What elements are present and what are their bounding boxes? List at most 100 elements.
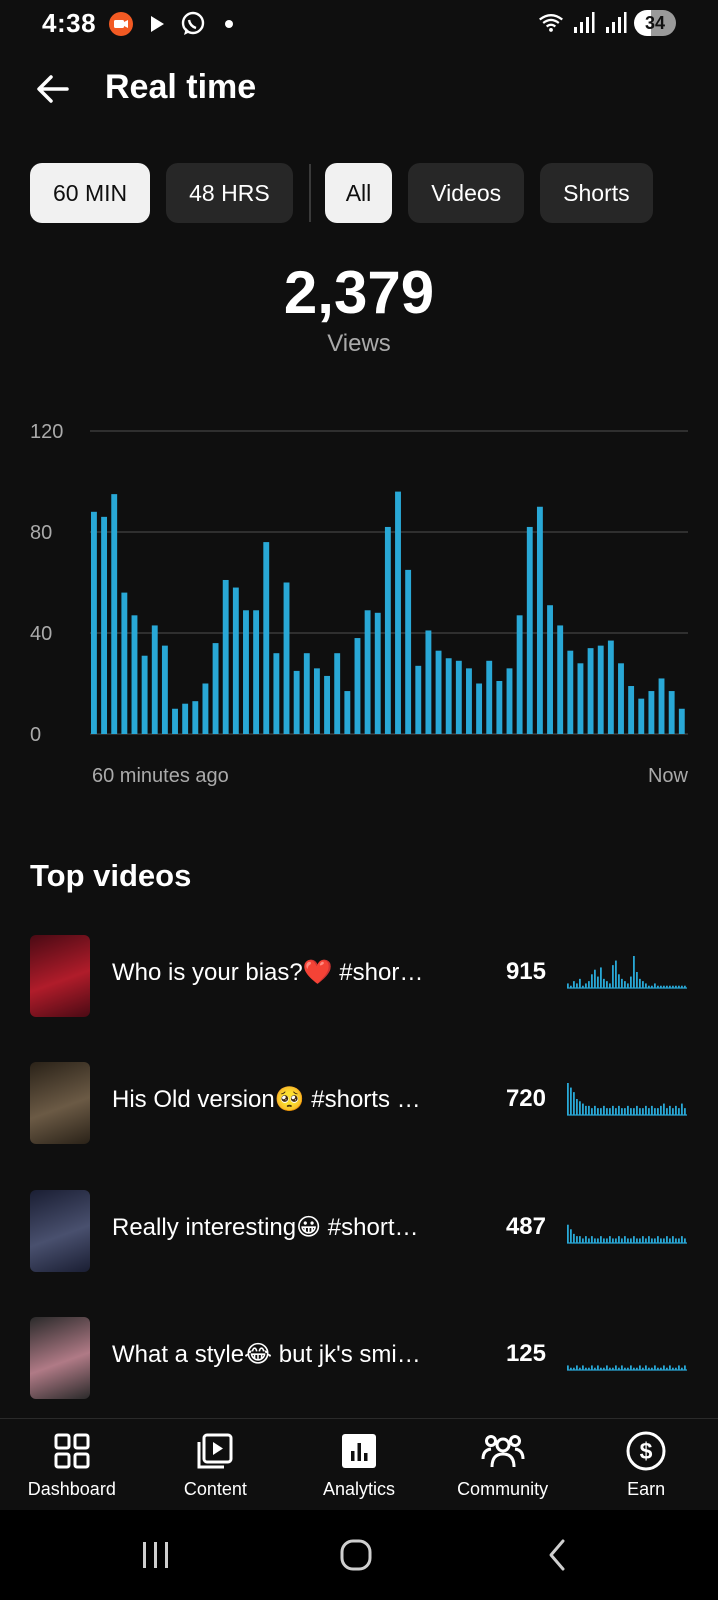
sparkline-bar [684, 1238, 686, 1243]
sparkline-bar [660, 1238, 662, 1243]
video-title: Who is your bias?❤️ #shor… [112, 959, 424, 986]
sparkline-bar [645, 1365, 647, 1370]
sparkline-bar [642, 1367, 644, 1370]
sparkline-bar [582, 1365, 584, 1370]
svg-text:$: $ [640, 1438, 653, 1464]
chip-divider [308, 164, 311, 222]
views-label: Views [327, 330, 391, 357]
chart-bar [506, 668, 513, 734]
sparkline-bar [600, 1367, 602, 1370]
signal-icon [570, 10, 596, 36]
sparkline-bar [606, 1365, 608, 1370]
chart-bar [344, 691, 351, 734]
video-row[interactable]: Really interesting😀 #short… 487 [0, 1175, 718, 1285]
video-row[interactable]: Who is your bias?❤️ #shor… 915 [0, 920, 718, 1030]
sparkline-bar [630, 1365, 632, 1370]
dashboard-icon [50, 1429, 94, 1473]
chart-bar [415, 665, 422, 734]
sparkline-bar [618, 1367, 620, 1370]
chart-bar [151, 625, 158, 734]
chart-bar [232, 587, 239, 734]
chip-all[interactable]: All [324, 163, 393, 223]
chart-bar [557, 625, 564, 734]
video-row[interactable]: What a style😂 but jk's smi… 125 [0, 1302, 718, 1412]
sparkline-bar [663, 1365, 665, 1370]
chart-bar [466, 668, 472, 734]
sparkline-bar [588, 1238, 590, 1243]
nav-analytics[interactable]: Analytics [287, 1419, 431, 1510]
chart-bar [121, 592, 128, 734]
recents-button[interactable] [125, 1530, 185, 1580]
sparkline-bar [573, 1233, 575, 1243]
chip-shorts[interactable]: Shorts [540, 163, 653, 223]
video-row[interactable]: His Old version🥺 #shorts … 720 [0, 1047, 718, 1157]
system-nav-bar [0, 1510, 718, 1600]
sparkline-bar [603, 978, 605, 988]
video-thumbnail [30, 1317, 90, 1399]
sparkline-bar [576, 1099, 578, 1115]
chip-videos[interactable]: Videos [408, 163, 525, 223]
video-sparkline [567, 1365, 687, 1371]
sparkline-bar [585, 1105, 587, 1115]
sparkline-bar [675, 985, 677, 988]
sparkline-bar [633, 1108, 635, 1115]
sparkline-bar [570, 985, 572, 988]
chip-60-min[interactable]: 60 MIN [30, 163, 151, 223]
nav-community[interactable]: Community [431, 1419, 575, 1510]
sparkline-bar [633, 956, 635, 988]
sparkline-bar [648, 1236, 650, 1243]
sparkline-bar [606, 981, 608, 988]
nav-earn[interactable]: $ Earn [574, 1419, 718, 1510]
sparkline-bar [579, 1367, 581, 1370]
content-icon [193, 1429, 237, 1473]
sparkline-bar [672, 1108, 674, 1115]
sparkline-bar [666, 985, 668, 988]
system-back-button[interactable] [527, 1530, 587, 1580]
sparkline-bar [591, 974, 593, 988]
home-button[interactable] [326, 1530, 386, 1580]
sparkline-bar [597, 1238, 599, 1243]
sparkline-bar [639, 1365, 641, 1370]
nav-dashboard[interactable]: Dashboard [0, 1419, 144, 1510]
chart-bar [212, 643, 219, 734]
status-time: 4:38 [42, 8, 97, 38]
chart-bar [435, 650, 442, 734]
sparkline-bar [651, 985, 653, 988]
chart-bar [141, 655, 148, 734]
sparkline-bar [675, 1238, 677, 1243]
sparkline-bar [681, 1103, 683, 1115]
sparkline-bar [636, 1238, 638, 1243]
page-title: Real time [105, 68, 257, 106]
sparkline-bar [582, 1238, 584, 1243]
y-tick-label: 0 [30, 724, 41, 746]
chart-bar [91, 511, 97, 734]
sparkline-bar [657, 1236, 659, 1243]
sparkline-bar [681, 1236, 683, 1243]
sparkline-bar [633, 1367, 635, 1370]
sparkline-bar [618, 974, 620, 988]
sparkline-bar [642, 1108, 644, 1115]
sparkline-bar [591, 1365, 593, 1370]
chart-bar [587, 648, 594, 734]
sparkline-bar [609, 1236, 611, 1243]
chart-bar [445, 658, 452, 734]
nav-content[interactable]: Content [144, 1419, 288, 1510]
sparkline-bar [651, 1367, 653, 1370]
chip-48-hrs[interactable]: 48 HRS [166, 163, 293, 223]
video-sparkline [567, 1224, 687, 1244]
sparkline-bar [684, 1108, 686, 1115]
sparkline-bar [642, 1236, 644, 1243]
video-thumbnail [30, 935, 90, 1017]
chart-bar [354, 638, 361, 734]
sparkline-bar [684, 1365, 686, 1370]
sparkline-bar [669, 985, 671, 988]
back-button[interactable] [28, 64, 78, 114]
sparkline-bar [666, 1367, 668, 1370]
sparkline-bar [603, 1238, 605, 1243]
sparkline-bar [597, 1108, 599, 1115]
sparkline-bar [612, 1238, 614, 1243]
chart-bar [313, 668, 320, 734]
sparkline-bar [585, 983, 587, 988]
sparkline-bar [591, 1108, 593, 1115]
y-tick-label: 80 [30, 522, 52, 544]
